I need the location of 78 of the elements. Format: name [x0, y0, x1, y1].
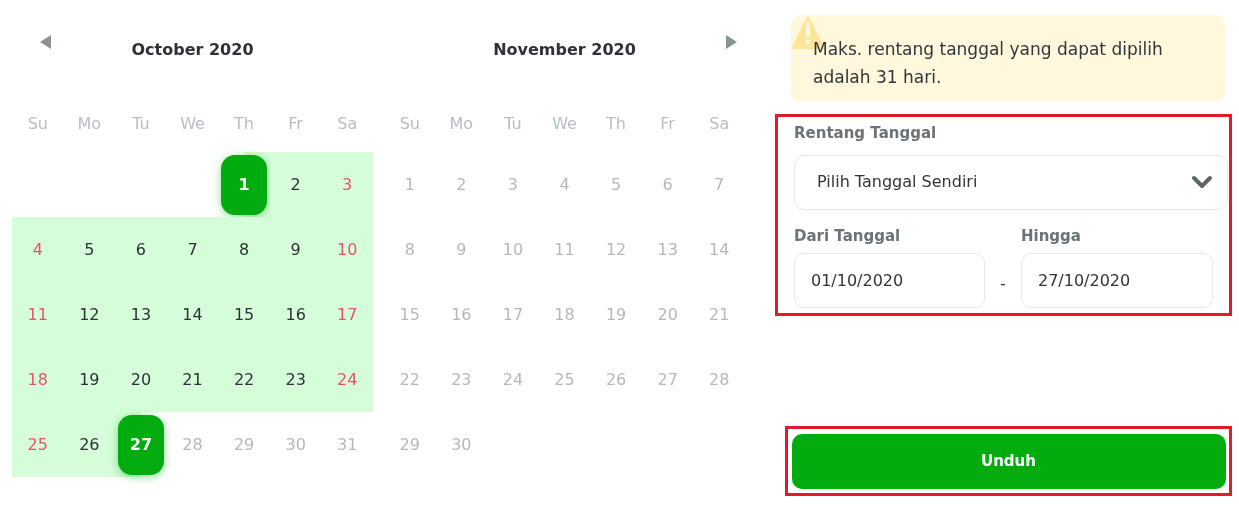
weekday-label: Mo [449, 113, 474, 135]
calendar-day[interactable]: 21 [166, 347, 219, 412]
field-label: Rentang Tanggal [794, 123, 938, 144]
calendar-day[interactable]: 23 [269, 347, 322, 412]
calendar-day: 5 [590, 152, 642, 217]
calendar-day: 21 [693, 282, 745, 347]
calendar-day: 13 [641, 217, 694, 282]
calendar-day: 17 [487, 282, 539, 347]
calendar-day: 29 [218, 412, 270, 477]
calendar-day[interactable]: 16 [269, 282, 322, 347]
field-label: Hingga [1021, 225, 1082, 247]
calendar-day: 30 [269, 412, 322, 477]
weekday-label: Su [27, 113, 48, 135]
calendar-day: 3 [487, 152, 539, 217]
date-range-dropdown[interactable]: Pilih Tanggal Sendiri [794, 154, 1228, 210]
weekday-label: Fr [288, 113, 303, 135]
calendar-day: 9 [435, 217, 488, 282]
end-date-field[interactable]: 27/10/2020 [1021, 253, 1213, 308]
calendar-day: 30 [435, 412, 488, 477]
weekday-label: Su [399, 113, 420, 135]
weekday-label: Th [234, 113, 254, 135]
calendar-day: 27 [641, 347, 694, 412]
calendar-day: 12 [590, 217, 642, 282]
weekday-label: We [180, 113, 205, 135]
calendar-day[interactable]: 19 [63, 347, 116, 412]
calendar-day[interactable]: 14 [166, 282, 219, 347]
calendar-day[interactable]: 13 [115, 282, 167, 347]
calendar-day[interactable]: 9 [269, 217, 322, 282]
weekday-label: Tu [504, 113, 522, 135]
month-title: October 2020 [131, 39, 254, 61]
calendar-day: 14 [693, 217, 745, 282]
weekday-label: Mo [77, 113, 102, 135]
weekday-label: We [552, 113, 577, 135]
weekday-label: Sa [337, 113, 358, 135]
calendar-day[interactable]: 22 [218, 347, 270, 412]
weekday-label: Th [606, 113, 626, 135]
weekday-label: Tu [132, 113, 150, 135]
notice-text: Maks. rentang tanggal yang dapat dipilih adalah 31 hari. [813, 38, 1164, 89]
calendar-day: 1 [384, 152, 436, 217]
calendar-day: 6 [641, 152, 694, 217]
calendar-day: 31 [321, 412, 373, 477]
calendar-day: 26 [590, 347, 642, 412]
calendar-day: 18 [538, 282, 591, 347]
calendar-day[interactable]: 26 [63, 412, 116, 477]
calendar-day: 24 [487, 347, 539, 412]
calendar-day: 15 [384, 282, 436, 347]
calendar-day: 2 [435, 152, 488, 217]
calendar-day: 10 [487, 217, 539, 282]
start-date-field[interactable]: 01/10/2020 [794, 253, 985, 308]
calendar-day: 28 [693, 347, 745, 412]
field-label: Dari Tanggal [794, 225, 902, 247]
calendar-day: 16 [435, 282, 488, 347]
calendar-day[interactable]: 7 [166, 217, 219, 282]
chevron-down-icon [1191, 175, 1213, 189]
calendar-day: 29 [384, 412, 436, 477]
range-separator: - [999, 273, 1007, 295]
calendar-day: 25 [538, 347, 591, 412]
calendar-day: 8 [384, 217, 436, 282]
next-month-icon[interactable] [725, 35, 737, 49]
month-title: November 2020 [493, 39, 636, 61]
calendar-day: 28 [166, 412, 219, 477]
calendar-day[interactable]: 6 [115, 217, 167, 282]
weekday-label: Sa [709, 113, 730, 135]
calendar-day: 19 [590, 282, 642, 347]
calendar-day[interactable]: 12 [63, 282, 116, 347]
calendar-day: 7 [693, 152, 745, 217]
calendar-day[interactable]: 20 [115, 347, 167, 412]
calendar-day: 22 [384, 347, 436, 412]
previous-month-icon[interactable] [40, 35, 52, 49]
weekday-label: Fr [660, 113, 675, 135]
calendar-day[interactable]: 8 [218, 217, 270, 282]
calendar-day: 23 [435, 347, 488, 412]
calendar-day[interactable]: 15 [218, 282, 270, 347]
calendar-day: 4 [538, 152, 591, 217]
calendar-day: 20 [641, 282, 694, 347]
calendar-day[interactable]: 5 [63, 217, 116, 282]
calendar-day[interactable]: 2 [269, 152, 322, 217]
calendar-day: 11 [538, 217, 591, 282]
